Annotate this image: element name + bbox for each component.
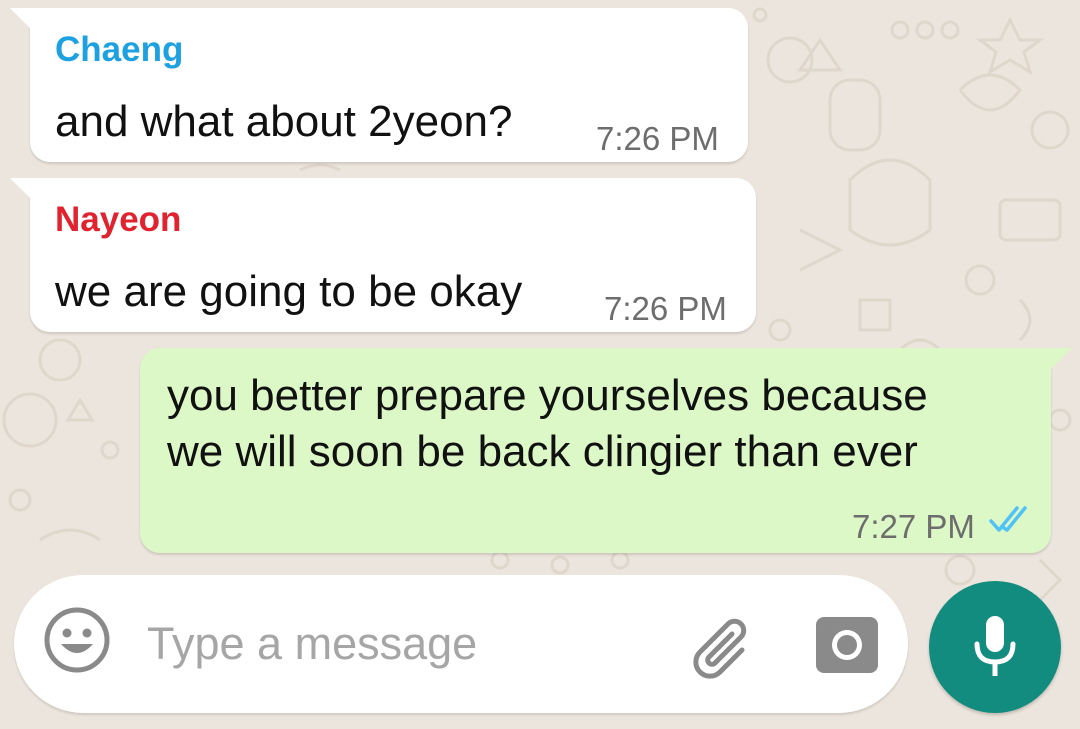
message-text: and what about 2yeon?	[55, 97, 513, 146]
camera-icon[interactable]	[814, 613, 880, 675]
message-time: 7:27 PM	[852, 508, 975, 545]
bubble-tail	[10, 8, 32, 30]
message-text-line-2: we will soon be back clingier than ever	[167, 427, 918, 476]
paperclip-icon[interactable]	[690, 610, 760, 680]
sender-name: Chaeng	[55, 30, 184, 69]
emoji-icon[interactable]	[42, 605, 112, 675]
message-time: 7:26 PM	[596, 120, 719, 157]
message-time: 7:26 PM	[604, 290, 727, 327]
double-check-read-icon	[989, 506, 1027, 532]
message-input[interactable]: Type a message	[147, 618, 477, 670]
microphone-icon	[974, 616, 1016, 676]
bubble-tail	[1050, 348, 1072, 370]
sender-name: Nayeon	[55, 200, 182, 239]
message-text-line-1: you better prepare yourselves because	[167, 371, 928, 420]
message-text: we are going to be okay	[55, 267, 523, 316]
bubble-tail	[10, 178, 32, 200]
